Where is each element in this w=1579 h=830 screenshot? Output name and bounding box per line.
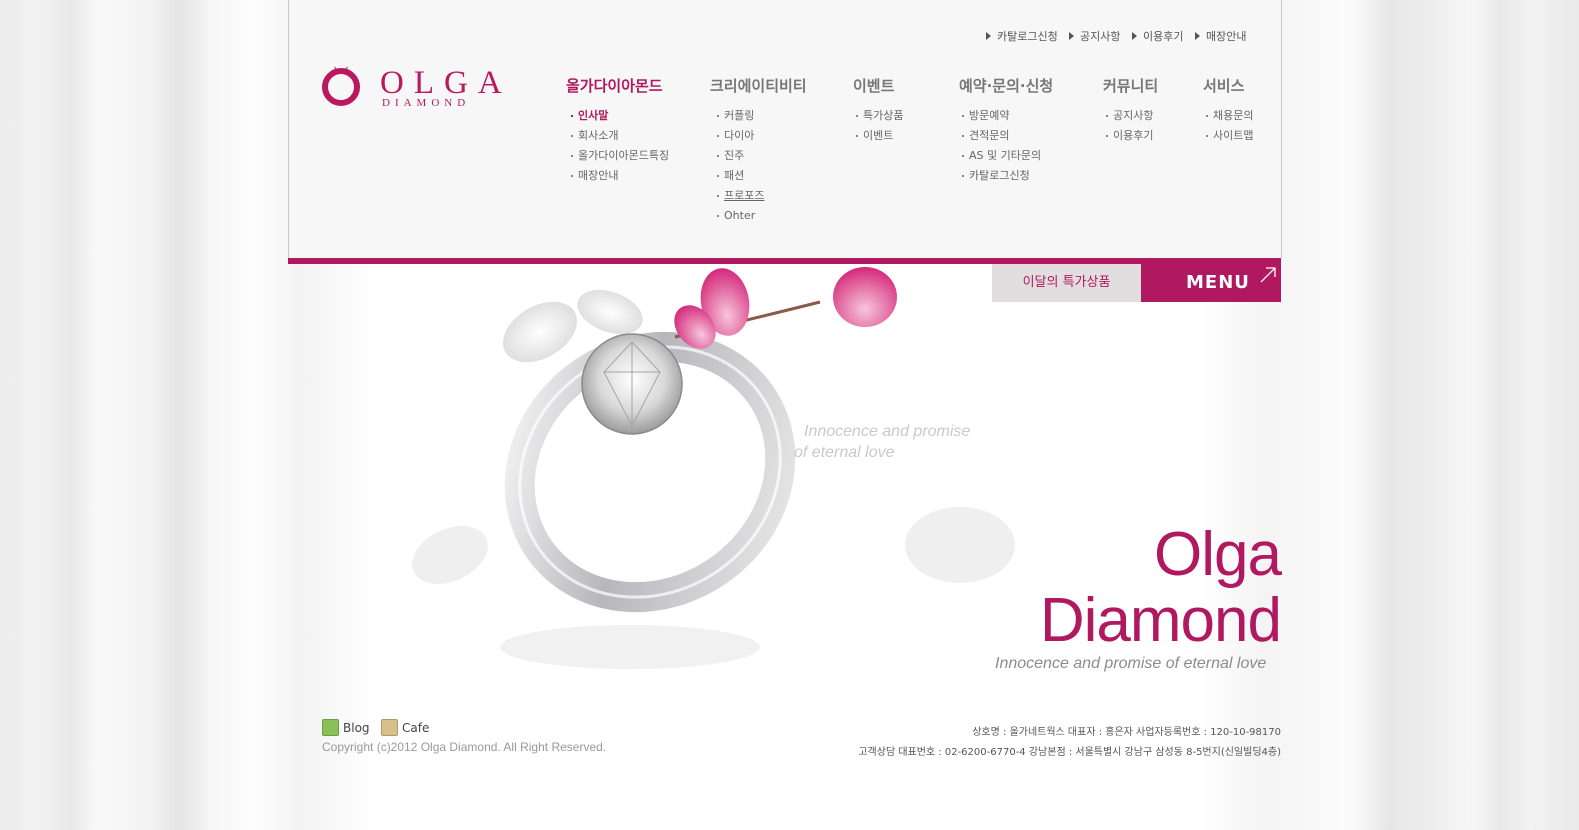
brand-tagline: Innocence and promise of eternal love — [995, 655, 1267, 672]
menu-item-label: 견적문의 — [969, 129, 1010, 142]
util-link-label: 이용후기 — [1143, 30, 1184, 43]
menu-item[interactable]: Ohter — [714, 206, 807, 226]
arrow-right-icon — [986, 32, 991, 40]
menu-button-label: MENU — [1186, 272, 1250, 293]
curtain-fold — [40, 0, 100, 830]
menu-item-label: 특가상품 — [863, 109, 904, 122]
petal-decoration — [905, 507, 1015, 583]
menu-button[interactable]: MENU — [1141, 264, 1281, 302]
cafe-link[interactable]: Cafe — [381, 719, 429, 736]
arrow-right-icon — [1069, 32, 1074, 40]
curtain-fold — [150, 0, 210, 830]
cafe-icon — [381, 719, 398, 736]
menu-item[interactable]: 이벤트 — [853, 126, 903, 146]
menu-item[interactable]: 채용문의 — [1203, 106, 1253, 126]
menu-item-label: 이벤트 — [863, 129, 894, 142]
menu-service: 서비스 채용문의 사이트맵 — [1203, 76, 1253, 146]
menu-item-label: 회사소개 — [578, 129, 619, 142]
menu-item[interactable]: 패션 — [714, 166, 807, 186]
menu-title[interactable]: 서비스 — [1203, 76, 1253, 96]
menu-olga-diamond: 올가다이아몬드 인사말 회사소개 올가다이아몬드특징 매장안내 — [566, 76, 669, 186]
menu-item-label: 공지사항 — [1113, 109, 1154, 122]
menu-title[interactable]: 예약·문의·신청 — [959, 76, 1053, 96]
logo-ring-icon — [322, 66, 360, 106]
util-link-reviews[interactable]: 이용후기 — [1132, 28, 1183, 44]
menu-item-label: 매장안내 — [578, 169, 619, 182]
menu-item-label: AS 및 기타문의 — [969, 149, 1042, 162]
util-link-notice[interactable]: 공지사항 — [1069, 28, 1120, 44]
menu-item[interactable]: 커플링 — [714, 106, 807, 126]
arrow-right-icon — [1195, 32, 1200, 40]
menu-title[interactable]: 크리에이티비티 — [710, 76, 807, 96]
menu-item-label: 방문예약 — [969, 109, 1010, 122]
menu-title[interactable]: 커뮤니티 — [1103, 76, 1158, 96]
arrow-right-icon — [1132, 32, 1137, 40]
menu-item-label: 커플링 — [724, 109, 755, 122]
util-link-stores[interactable]: 매장안내 — [1195, 28, 1246, 44]
external-arrow-icon — [1260, 267, 1276, 283]
petal-decoration — [412, 525, 488, 585]
logo[interactable]: OLGA DIAMOND — [322, 62, 502, 110]
menu-item-label: 다이아 — [724, 129, 755, 142]
blog-icon — [322, 719, 339, 736]
menu-item-label: 패션 — [724, 169, 745, 182]
menu-item[interactable]: 공지사항 — [1103, 106, 1158, 126]
menu-item[interactable]: 회사소개 — [568, 126, 669, 146]
cafe-label: Cafe — [402, 720, 430, 735]
util-link-label: 카탈로그신청 — [997, 30, 1058, 43]
menu-item[interactable]: 카탈로그신청 — [959, 166, 1053, 186]
menu-item[interactable]: 이용후기 — [1103, 126, 1158, 146]
menu-item-label: 진주 — [724, 149, 745, 162]
menu-item[interactable]: 매장안내 — [568, 166, 669, 186]
menu-item[interactable]: 인사말 — [568, 106, 669, 126]
company-info-line2: 고객상담 대표번호 : 02-6200-6770-4 강남본점 : 서울특별시 … — [858, 747, 1281, 758]
menu-item[interactable]: 올가다이아몬드특징 — [568, 146, 669, 166]
menu-item-label: 채용문의 — [1213, 109, 1254, 122]
logo-sub: DIAMOND — [382, 97, 471, 109]
menu-item[interactable]: 진주 — [714, 146, 807, 166]
menu-item-label: 인사말 — [578, 109, 609, 122]
menu-item-label: 사이트맵 — [1213, 129, 1254, 142]
menu-item[interactable]: 다이아 — [714, 126, 807, 146]
menu-item[interactable]: 방문예약 — [959, 106, 1053, 126]
hero-tagline-line1: Innocence and promise — [804, 423, 971, 440]
menu-creativity: 크리에이티비티 커플링 다이아 진주 패션 프로포즈 Ohter — [710, 76, 807, 226]
company-info-line1: 상호명 : 올가네트웍스 대표자 : 홍은자 사업자등록번호 : 120-10-… — [972, 727, 1281, 738]
menu-item[interactable]: 견적문의 — [959, 126, 1053, 146]
util-link-label: 공지사항 — [1080, 30, 1121, 43]
menu-title[interactable]: 올가다이아몬드 — [566, 76, 669, 96]
hero-tagline-line2: of eternal love — [794, 444, 895, 461]
menu-item[interactable]: 프로포즈 — [714, 186, 807, 206]
monthly-special-tab[interactable]: 이달의 특가상품 — [992, 264, 1141, 302]
curtain-fold — [1360, 0, 1420, 830]
menu-item-label: 프로포즈 — [724, 189, 765, 202]
util-link-label: 매장안내 — [1206, 30, 1247, 43]
curtain-fold — [1470, 0, 1530, 830]
menu-community: 커뮤니티 공지사항 이용후기 — [1103, 76, 1158, 146]
blog-label: Blog — [343, 720, 370, 735]
menu-item-label: 올가다이아몬드특징 — [578, 149, 670, 162]
util-link-catalog[interactable]: 카탈로그신청 — [986, 28, 1058, 44]
brand-title-line2: Diamond — [1039, 586, 1282, 655]
menu-item-label: 카탈로그신청 — [969, 169, 1030, 182]
logo-word: OLGA — [380, 65, 512, 101]
brand-title-line1: Olga — [1154, 520, 1282, 589]
menu-item-label: Ohter — [724, 209, 756, 222]
menu-item[interactable]: AS 및 기타문의 — [959, 146, 1053, 166]
menu-item[interactable]: 특가상품 — [853, 106, 903, 126]
menu-item-label: 이용후기 — [1113, 129, 1154, 142]
hero-ring-illustration — [500, 267, 897, 669]
blog-link[interactable]: Blog — [322, 719, 370, 736]
copyright: Copyright (c)2012 Olga Diamond. All Righ… — [322, 740, 607, 754]
menu-event: 이벤트 특가상품 이벤트 — [853, 76, 903, 146]
menu-item[interactable]: 사이트맵 — [1203, 126, 1253, 146]
menu-title[interactable]: 이벤트 — [853, 76, 903, 96]
menu-reservation: 예약·문의·신청 방문예약 견적문의 AS 및 기타문의 카탈로그신청 — [959, 76, 1053, 186]
